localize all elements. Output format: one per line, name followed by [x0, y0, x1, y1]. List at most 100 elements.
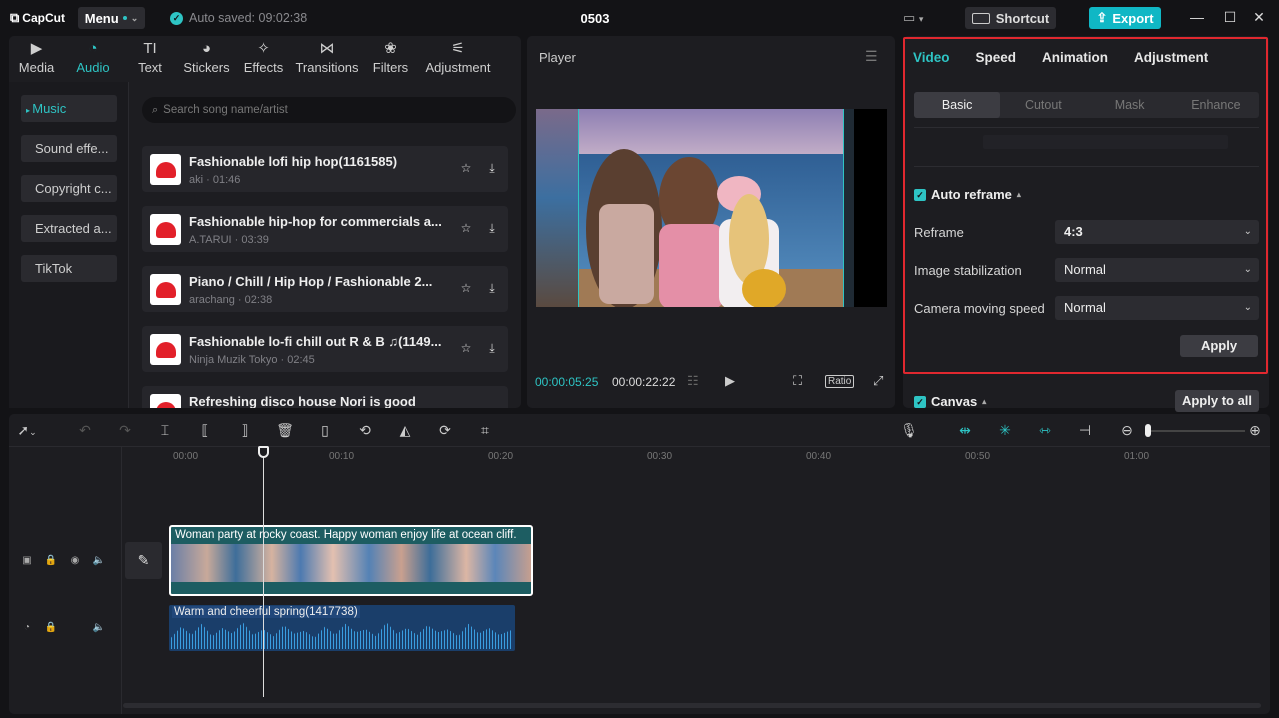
audio-clip-label: Warm and cheerful spring(1417738) — [172, 606, 360, 618]
microphone-icon[interactable]: 🎙 — [899, 422, 919, 439]
delete-icon[interactable]: 🗑 — [275, 422, 295, 439]
zoom-slider[interactable] — [1145, 430, 1245, 432]
chevron-down-icon: ⌄ — [1243, 302, 1252, 313]
split-icon[interactable]: ⌶ — [155, 422, 175, 439]
playhead[interactable] — [263, 447, 264, 697]
text-icon: TI — [143, 39, 157, 57]
list-item[interactable]: Fashionable hip-hop for commercials a...… — [142, 206, 508, 252]
zoom-slider-handle[interactable] — [1145, 424, 1151, 437]
search-input[interactable]: ⌕ Search song name/artist — [142, 97, 516, 123]
menu-button[interactable]: Menu ⌄ — [78, 7, 145, 29]
speaker-icon[interactable]: 🔈 — [92, 555, 106, 566]
tab-animation[interactable]: Animation — [1042, 50, 1108, 65]
tab-filters[interactable]: ❀ Filters — [362, 36, 419, 78]
auto-reframe-header[interactable]: ✓ Auto reframe ▴ — [914, 187, 1021, 202]
playhead-handle[interactable] — [258, 446, 269, 458]
reverse-icon[interactable]: ⟲ — [355, 422, 375, 439]
video-preview[interactable] — [536, 109, 887, 307]
nav-item-extracted-audio[interactable]: Extracted a... — [21, 215, 117, 242]
image-stabilization-select[interactable]: Normal ⌄ — [1055, 258, 1259, 282]
freeze-icon[interactable]: ▯ — [315, 422, 335, 439]
tab-video[interactable]: Video — [913, 50, 950, 65]
camera-moving-speed-label: Camera moving speed — [914, 301, 1045, 316]
nav-item-tiktok[interactable]: TikTok — [21, 255, 117, 282]
download-icon[interactable]: ⤓ — [484, 221, 500, 237]
divider — [914, 166, 1259, 167]
tab-audio[interactable]: ◔ Audio — [64, 36, 122, 78]
expand-icon[interactable]: ⤢ — [873, 373, 883, 389]
fullscreen-crop-icon[interactable]: ⛶ — [793, 373, 802, 389]
list-item[interactable]: Piano / Chill / Hip Hop / Fashionable 2.… — [142, 266, 508, 312]
minimize-icon[interactable]: — — [1188, 9, 1206, 25]
list-item[interactable]: Fashionable lofi hip hop(1161585) aki · … — [142, 146, 508, 192]
tab-transitions[interactable]: ⋈ Transitions — [292, 36, 362, 78]
preview-axis-icon[interactable]: ⊣ — [1075, 422, 1095, 439]
split-left-icon[interactable]: ⟦ — [195, 422, 215, 439]
crop-icon[interactable]: ⌗ — [475, 422, 495, 439]
download-icon[interactable]: ⤓ — [484, 281, 500, 297]
split-right-icon[interactable]: ⟧ — [235, 422, 255, 439]
close-icon[interactable]: ✕ — [1250, 9, 1268, 26]
auto-snap-icon[interactable]: ✳ — [995, 422, 1015, 439]
lock-icon[interactable]: 🔒 — [44, 622, 58, 633]
export-button[interactable]: ⇪ Export — [1089, 7, 1161, 29]
subtab-mask[interactable]: Mask — [1087, 92, 1173, 118]
camera-moving-speed-select[interactable]: Normal ⌄ — [1055, 296, 1259, 320]
magnet-icon[interactable]: ⇹ — [955, 422, 975, 439]
redo-icon[interactable]: ↷ — [115, 422, 135, 439]
mirror-icon[interactable]: ◭ — [395, 422, 415, 439]
select-tool-icon[interactable]: ➚⌄ — [17, 422, 37, 439]
video-clip[interactable]: Woman party at rocky coast. Happy woman … — [169, 525, 533, 596]
list-item[interactable]: Fashionable lo-fi chill out R & B ♫(1149… — [142, 326, 508, 372]
tab-adjustment[interactable]: ⚟ Adjustment — [419, 36, 497, 78]
play-icon[interactable]: ▶ — [725, 373, 735, 389]
tab-effects[interactable]: ✧ Effects — [235, 36, 292, 78]
download-icon[interactable]: ⤓ — [484, 341, 500, 357]
apply-button[interactable]: Apply — [1180, 335, 1258, 357]
link-icon[interactable]: ⇿ — [1035, 422, 1055, 439]
edit-cover-button[interactable]: ✎ — [125, 542, 162, 579]
tab-media[interactable]: ▶ Media — [9, 36, 64, 78]
list-item[interactable]: Refreshing disco house Nori is good — [142, 386, 508, 408]
ratio-button[interactable]: Ratio — [825, 375, 855, 388]
video-thumbnail-strip — [171, 544, 531, 582]
undo-icon[interactable]: ↶ — [75, 422, 95, 439]
checkbox-checked-icon[interactable]: ✓ — [914, 395, 926, 408]
subtab-basic[interactable]: Basic — [914, 92, 1001, 118]
tab-adjustment-inspector[interactable]: Adjustment — [1134, 50, 1208, 65]
track-meta: Ninja Muzik Tokyo · 02:45 — [189, 354, 315, 366]
subtab-cutout[interactable]: Cutout — [1000, 92, 1086, 118]
player-title: Player — [539, 50, 576, 65]
tab-stickers[interactable]: ◕ Stickers — [178, 36, 235, 78]
checkbox-checked-icon[interactable]: ✓ — [914, 188, 926, 201]
speaker-icon[interactable]: 🔈 — [92, 622, 106, 633]
player-menu-icon[interactable]: ☰ — [865, 48, 878, 65]
tab-text[interactable]: TI Text — [122, 36, 178, 78]
favorite-icon[interactable]: ☆ — [458, 161, 474, 177]
track-thumbnail — [150, 334, 181, 365]
download-icon[interactable]: ⤓ — [484, 161, 500, 177]
tab-speed[interactable]: Speed — [976, 50, 1017, 65]
layout-icon[interactable]: ▭ ▾ — [903, 10, 923, 26]
nav-item-music[interactable]: ▸ Music — [21, 95, 117, 122]
favorite-icon[interactable]: ☆ — [458, 341, 474, 357]
canvas-header[interactable]: ✓ Canvas ▴ — [914, 394, 986, 409]
lock-icon[interactable]: 🔒 — [44, 555, 58, 566]
favorite-icon[interactable]: ☆ — [458, 281, 474, 297]
reframe-select[interactable]: 4:3 ⌄ — [1055, 220, 1259, 244]
rotate-icon[interactable]: ⟳ — [435, 422, 455, 439]
nav-item-copyright[interactable]: Copyright c... — [21, 175, 117, 202]
timeline-panel: ➚⌄ ↶ ↷ ⌶ ⟦ ⟧ 🗑 ▯ ⟲ ◭ ⟳ ⌗ 🎙 ⇹ ✳ ⇿ ⊣ ⊖ ⊕ 0… — [9, 414, 1270, 714]
favorite-icon[interactable]: ☆ — [458, 221, 474, 237]
apply-to-all-button[interactable]: Apply to all — [1175, 390, 1259, 412]
shortcut-button[interactable]: Shortcut — [965, 7, 1056, 29]
horizontal-scrollbar[interactable] — [123, 703, 1261, 708]
subtab-enhance[interactable]: Enhance — [1173, 92, 1259, 118]
eye-icon[interactable]: ◉ — [68, 555, 82, 566]
timeline-grid-icon[interactable]: ☷ — [687, 373, 699, 389]
maximize-icon[interactable]: ☐ — [1221, 9, 1239, 26]
nav-item-sound-effects[interactable]: Sound effe... — [21, 135, 117, 162]
zoom-in-icon[interactable]: ⊕ — [1245, 422, 1265, 439]
audio-clip[interactable]: Warm and cheerful spring(1417738) — [169, 605, 515, 651]
zoom-out-icon[interactable]: ⊖ — [1117, 422, 1137, 439]
